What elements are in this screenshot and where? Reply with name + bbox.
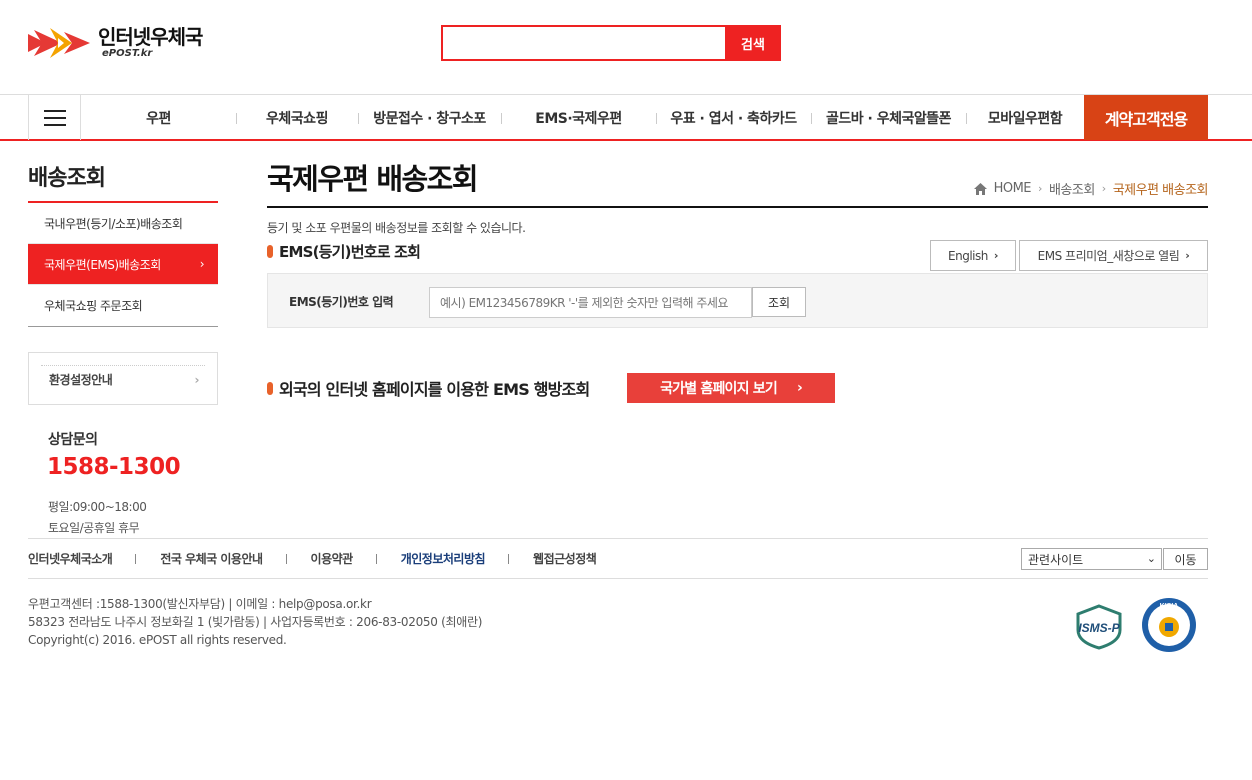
country-homepage-button[interactable]: 국가별 홈페이지 보기 › [627, 373, 835, 403]
footer-address: 58323 전라남도 나주시 정보화길 1 (빛가람동) | 사업자등록번호 :… [28, 615, 483, 629]
sidebar-item-label: 우체국쇼핑 주문조회 [44, 299, 143, 313]
breadcrumb-home[interactable]: HOME [994, 181, 1032, 196]
page-title: 국제우편 배송조회 [267, 162, 479, 196]
sidebar-menu: 국내우편(등기/소포)배송조회 국제우편(EMS)배송조회 › 우체국쇼핑 주문… [28, 201, 218, 327]
logo-subtitle: ePOST.kr [102, 48, 153, 59]
section-title-text: EMS(등기)번호로 조회 [279, 243, 421, 261]
contact-label: 상담문의 [48, 432, 98, 448]
search-input[interactable] [441, 25, 725, 61]
hamburger-menu-icon[interactable] [28, 95, 81, 140]
gnb-item-ems[interactable]: EMS·국제우편 [501, 95, 656, 140]
contract-customer-button[interactable]: 계약고객전용 [1084, 95, 1208, 140]
svg-text:KISIA: KISIA [1160, 603, 1179, 610]
section-title: EMS(등기)번호로 조회 [267, 241, 421, 262]
sidebar-item-label: 국제우편(EMS)배송조회 [44, 257, 161, 272]
environment-settings-label: 환경설정안내 [49, 373, 113, 387]
related-sites-select[interactable]: 관련사이트 ⌄ [1021, 548, 1162, 570]
footer-link-post-office-guide[interactable]: 전국 우체국 이용안내 [160, 550, 287, 567]
global-search: 검색 [441, 25, 781, 61]
query-button[interactable]: 조회 [752, 287, 806, 317]
contact-phone: 1588-1300 [47, 454, 181, 480]
sidebar-item-label: 국내우편(등기/소포)배송조회 [44, 216, 183, 231]
contact-hours: 평일:09:00~18:00 토요일/공휴일 휴무 [48, 497, 147, 539]
gnb-item-stamps[interactable]: 우표 · 엽서 · 축하카드 [656, 95, 811, 140]
ems-number-input[interactable] [429, 287, 752, 318]
footer-nav: 인터넷우체국소개 전국 우체국 이용안내 이용약관 개인정보처리방침 웹접근성정… [28, 538, 1208, 579]
gnb-item-post[interactable]: 우편 [81, 95, 236, 140]
footer-link-privacy[interactable]: 개인정보처리방침 [401, 550, 510, 567]
sidebar-item-international[interactable]: 국제우편(EMS)배송조회 › [28, 244, 218, 285]
ems-premium-label: EMS 프리미엄_새창으로 열림 [1037, 249, 1180, 263]
international-tracking-title: 외국의 인터넷 홈페이지를 이용한 EMS 행방조회 [267, 376, 590, 400]
logo-title: 인터넷우체국 [98, 25, 203, 49]
title-divider [267, 206, 1208, 208]
bullet-icon [267, 381, 273, 395]
breadcrumb-current: 국제우편 배송조회 [1112, 183, 1209, 198]
footer-link-about[interactable]: 인터넷우체국소개 [28, 550, 137, 567]
chevron-right-icon: › [993, 249, 999, 262]
hours-weekday: 평일:09:00~18:00 [48, 500, 147, 514]
sidebar-item-domestic[interactable]: 국내우편(등기/소포)배송조회 [28, 203, 218, 244]
logo[interactable]: 인터넷우체국 ePOST.kr [28, 25, 203, 60]
breadcrumb-tracking[interactable]: 배송조회 [1049, 179, 1095, 198]
english-button[interactable]: English › [930, 240, 1016, 271]
ems-input-label: EMS(등기)번호 입력 [289, 295, 394, 309]
chevron-right-icon: › [796, 380, 803, 396]
hours-weekend: 토요일/공휴일 휴무 [48, 521, 140, 535]
footer-copyright: Copyright(c) 2016. ePOST all rights rese… [28, 633, 287, 647]
environment-settings-box: 환경설정안내 › [28, 352, 218, 405]
header: 인터넷우체국 ePOST.kr 검색 [0, 0, 1252, 94]
epost-logo-icon [28, 28, 90, 58]
related-sites-value: 관련사이트 [1028, 552, 1084, 567]
chevron-right-icon: › [1185, 249, 1190, 262]
related-sites-go-button[interactable]: 이동 [1163, 548, 1208, 570]
environment-settings-link[interactable]: 환경설정안내 › [41, 365, 205, 393]
svg-text:ISMS-P: ISMS-P [1078, 621, 1120, 635]
footer-link-terms[interactable]: 이용약관 [311, 550, 377, 567]
kisia-cert-icon: KISIA [1142, 598, 1196, 652]
sidebar-title: 배송조회 [28, 166, 106, 191]
ems-search-box: EMS(등기)번호 입력 조회 [267, 273, 1208, 328]
chevron-right-icon: › [1101, 182, 1106, 195]
breadcrumb: HOME › 배송조회 › 국제우편 배송조회 [973, 179, 1209, 198]
bullet-icon [267, 245, 273, 258]
home-icon [973, 182, 987, 195]
chevron-down-icon: ⌄ [1146, 552, 1156, 565]
page-description: 등기 및 소포 우편물의 배송정보를 조회할 수 있습니다. [267, 221, 526, 235]
isms-p-cert-icon: ISMS-P [1076, 604, 1122, 650]
footer-contact: 우편고객센터 :1588-1300(발신자부담) | 이메일 : help@po… [28, 597, 372, 611]
gnb-item-shopping[interactable]: 우체국쇼핑 [236, 95, 358, 140]
country-homepage-label: 국가별 홈페이지 보기 [660, 381, 778, 397]
chevron-right-icon: › [199, 257, 205, 271]
gnb-item-visit-parcel[interactable]: 방문접수 · 창구소포 [358, 95, 501, 140]
chevron-right-icon: › [194, 372, 200, 387]
main-navigation: 우편 우체국쇼핑 방문접수 · 창구소포 EMS·국제우편 우표 · 엽서 · … [0, 94, 1252, 141]
ems-premium-button[interactable]: EMS 프리미엄_새창으로 열림 › [1019, 240, 1208, 271]
footer-link-accessibility[interactable]: 웹접근성정책 [533, 550, 620, 567]
international-tracking-text: 외국의 인터넷 홈페이지를 이용한 EMS 행방조회 [279, 380, 590, 399]
english-button-label: English [948, 248, 988, 263]
search-button[interactable]: 검색 [725, 25, 781, 61]
gnb-item-goldbar[interactable]: 골드바 · 우체국알뜰폰 [811, 95, 966, 140]
gnb-item-mobile[interactable]: 모바일우편함 [966, 95, 1084, 140]
footer-info: 우편고객센터 :1588-1300(발신자부담) | 이메일 : help@po… [28, 595, 482, 649]
chevron-right-icon: › [1038, 182, 1042, 195]
sidebar-item-shopping-order[interactable]: 우체국쇼핑 주문조회 [28, 285, 218, 326]
